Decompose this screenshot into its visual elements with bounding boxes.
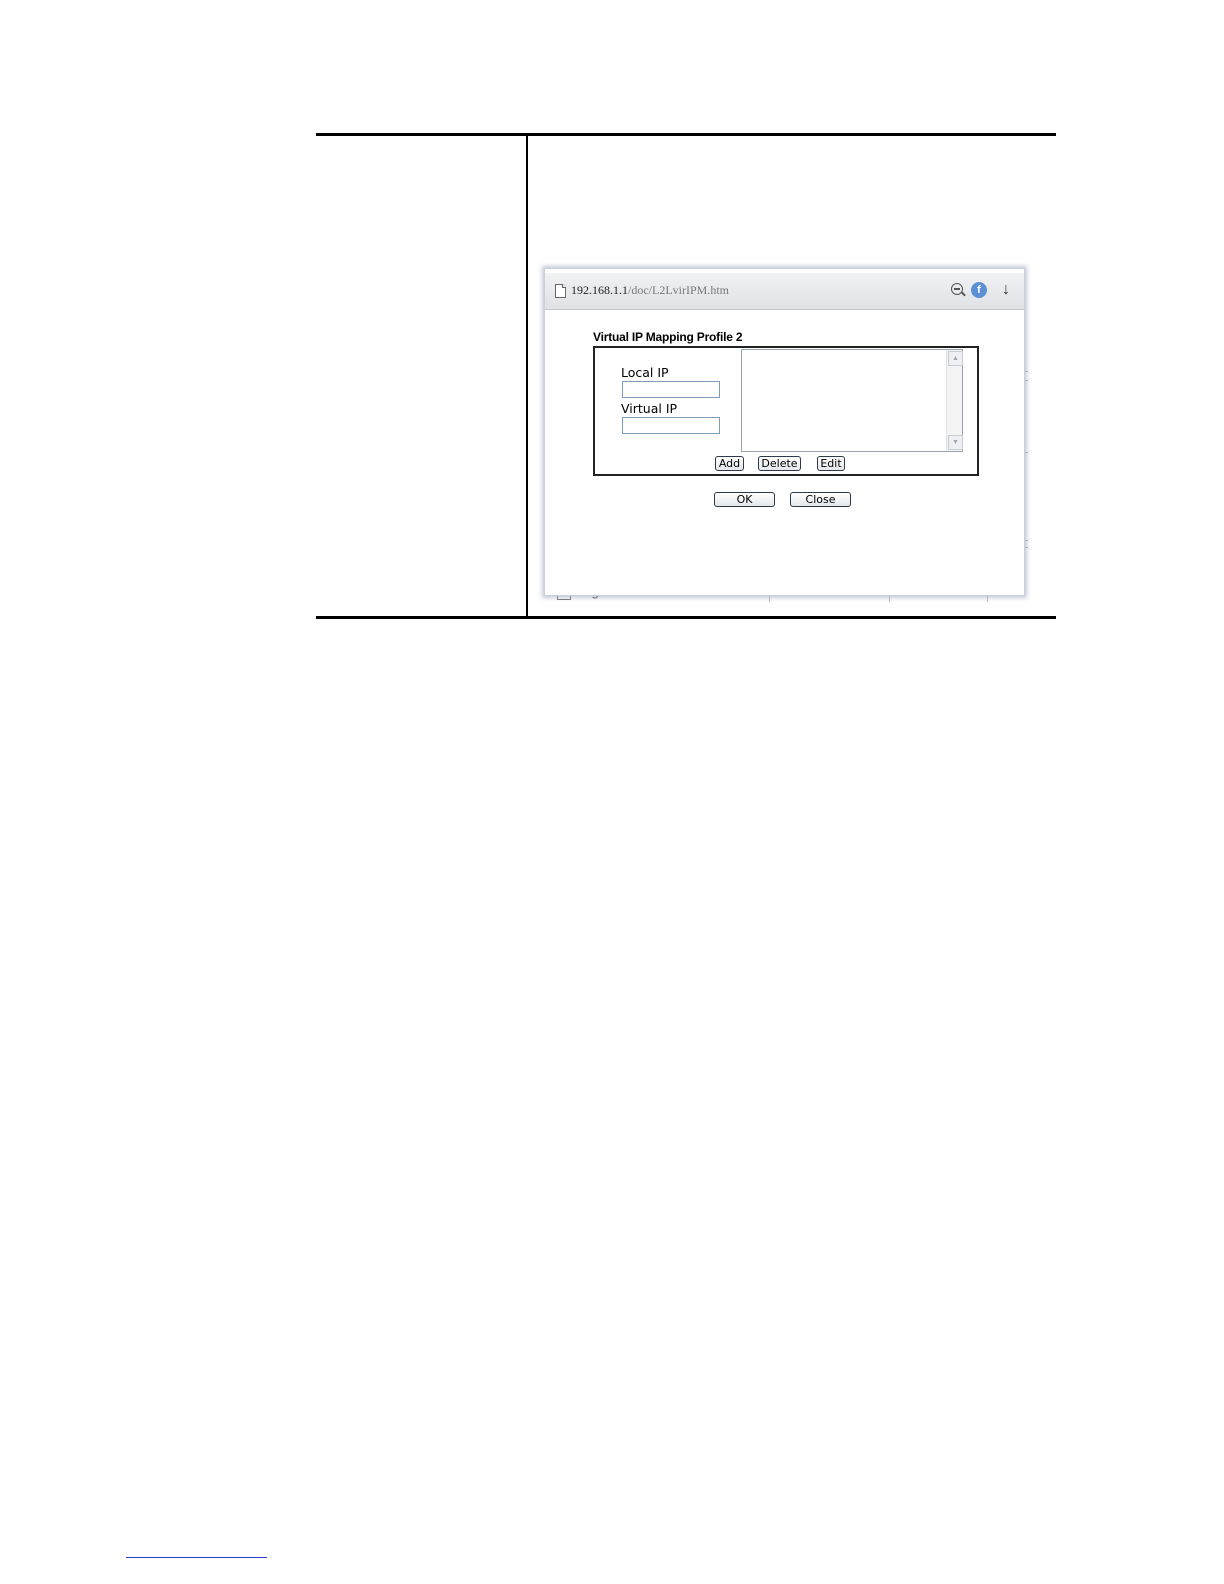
scroll-up-icon[interactable]: ▲: [948, 351, 963, 366]
add-button[interactable]: Add: [715, 456, 744, 471]
url-text[interactable]: 192.168.1.1/doc/L2LvirIPM.htm: [571, 283, 729, 298]
footnote-separator: [126, 1557, 267, 1558]
scroll-down-icon[interactable]: ▼: [948, 435, 963, 450]
mapping-list-box[interactable]: ▲ ▼: [741, 349, 963, 452]
virtual-ip-input[interactable]: [622, 417, 720, 434]
browser-popup-window: 192.168.1.1/doc/L2LvirIPM.htm f ↓ Virtua…: [544, 268, 1025, 596]
table-top-rule: [316, 133, 1056, 136]
local-ip-input[interactable]: [622, 381, 720, 398]
address-bar[interactable]: 192.168.1.1/doc/L2LvirIPM.htm f ↓: [545, 273, 1024, 310]
download-icon[interactable]: ↓: [999, 281, 1013, 299]
virtual-ip-label: Virtual IP: [621, 401, 678, 416]
flash-icon[interactable]: f: [971, 282, 987, 298]
ok-button[interactable]: OK: [714, 492, 775, 507]
delete-button[interactable]: Delete: [758, 456, 801, 471]
close-button[interactable]: Close: [790, 492, 851, 507]
dialog-title: Virtual IP Mapping Profile 2: [593, 330, 743, 344]
mapping-profile-panel: Local IP Virtual IP ▲ ▼ Add Delete Edit: [593, 346, 979, 476]
table-column-divider: [526, 133, 528, 619]
list-scrollbar[interactable]: ▲ ▼: [946, 350, 963, 451]
zoom-out-icon[interactable]: [951, 283, 963, 295]
table-bottom-rule: [316, 616, 1056, 619]
local-ip-label: Local IP: [621, 365, 669, 380]
page-icon: [555, 284, 566, 298]
edit-button[interactable]: Edit: [817, 456, 845, 471]
